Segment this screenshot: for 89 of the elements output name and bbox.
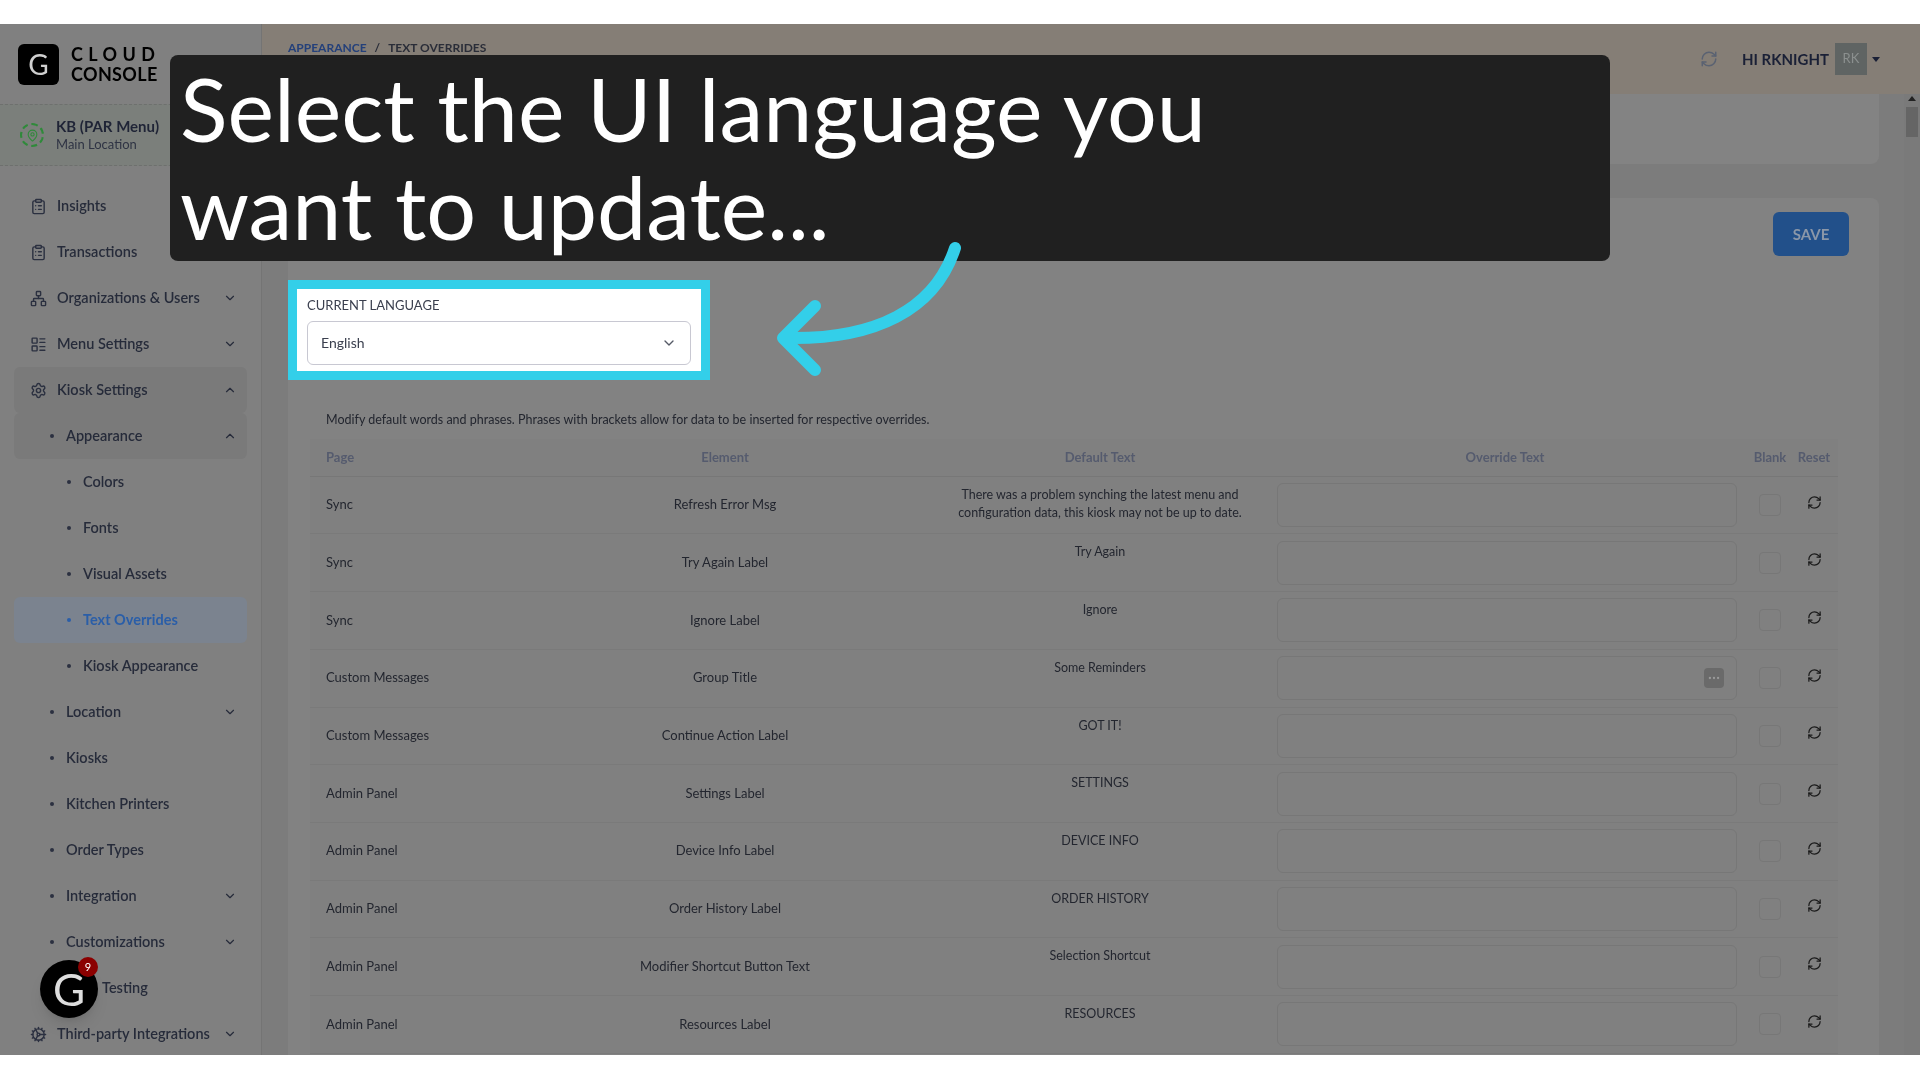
bullet-icon xyxy=(50,756,54,760)
sidebar-item[interactable]: Kiosk Settings xyxy=(14,367,247,413)
table-cell-text: Selection Shortcut xyxy=(1048,947,1152,966)
bullet-icon xyxy=(50,710,54,714)
table-cell-text: Modifier Shortcut Button Text xyxy=(638,956,811,976)
table-cell-text: Continue Action Label xyxy=(660,726,790,746)
sidebar-item[interactable]: Order Types xyxy=(14,827,247,873)
sidebar-item[interactable]: Integration xyxy=(14,873,247,919)
table-cell-text: Device Info Label xyxy=(674,841,776,861)
sidebar-item[interactable]: Location xyxy=(14,689,247,735)
reset-icon[interactable] xyxy=(1806,898,1822,914)
table-cell-text: There was a problem synching the latest menu and configuration data, this kiosk may not be up to date. xyxy=(957,485,1243,522)
reset-icon[interactable] xyxy=(1806,667,1822,683)
clipboard-chart-icon xyxy=(30,197,47,215)
reset-icon[interactable] xyxy=(1806,783,1822,799)
table-cell-text: Group Title xyxy=(691,668,759,688)
user-greeting: HI RKNIGHT xyxy=(1741,48,1829,70)
table-cell-text: Refresh Error Msg xyxy=(672,495,778,515)
table-cell-text: SETTINGS xyxy=(1070,774,1130,793)
brand-name: CONSOLE xyxy=(71,64,159,84)
reset-icon[interactable] xyxy=(1806,956,1822,972)
save-button[interactable]: SAVE xyxy=(1773,212,1849,256)
table-cell-text: Some Reminders xyxy=(1053,658,1147,677)
bullet-icon xyxy=(67,664,71,668)
logo-mark: G xyxy=(18,43,59,85)
table-cell-text: Custom Messages xyxy=(325,668,431,688)
reset-icon[interactable] xyxy=(1806,494,1822,510)
sidebar-item[interactable]: Kiosks xyxy=(14,735,247,781)
breadcrumb-link[interactable]: APPEARANCE xyxy=(288,39,367,57)
table-cell-text: ORDER HISTORY xyxy=(1050,889,1150,908)
bullet-icon xyxy=(50,802,54,806)
table-cell-text: DEVICE INFO xyxy=(1060,831,1140,850)
table-cell-text: Order History Label xyxy=(667,899,783,919)
override-input[interactable] xyxy=(1277,656,1737,701)
table-cell-text: Admin Panel xyxy=(325,841,399,861)
bullet-icon xyxy=(50,434,54,438)
breadcrumb-separator: / xyxy=(374,39,381,57)
table-cell-text: RESOURCES xyxy=(1063,1004,1137,1023)
table-cell-text: Admin Panel xyxy=(325,899,399,919)
bullet-icon xyxy=(50,848,54,852)
sidebar-item[interactable]: Colors xyxy=(14,459,247,505)
brand-name: CLOUD xyxy=(71,44,161,64)
bullet-icon xyxy=(50,894,54,898)
language-select[interactable]: English xyxy=(307,320,691,365)
scroll-up-icon[interactable] xyxy=(1908,96,1916,101)
sidebar-item[interactable]: Menu Settings xyxy=(14,321,247,367)
table-cell-text: Admin Panel xyxy=(325,1014,399,1034)
table-cell-text: Ignore Label xyxy=(689,610,761,630)
sidebar-item[interactable]: Appearance xyxy=(14,413,247,459)
table-cell-text: Sync xyxy=(325,495,354,515)
refresh-icon[interactable] xyxy=(1699,50,1718,68)
clipboard-chart-icon xyxy=(30,243,47,261)
reset-icon[interactable] xyxy=(1806,840,1822,856)
field-label: CURRENT LANGUAGE xyxy=(307,296,441,315)
reset-icon[interactable] xyxy=(1806,552,1822,568)
sidebar-item[interactable]: Testing xyxy=(100,965,247,1011)
sidebar-item[interactable]: Kiosk Appearance xyxy=(14,643,247,689)
bullet-icon xyxy=(67,572,71,576)
table-cell-text: Ignore xyxy=(1081,601,1119,620)
gear-icon xyxy=(30,381,47,399)
table-cell-text: Try Again Label xyxy=(680,553,770,573)
table-cell-text: Settings Label xyxy=(684,783,766,803)
list-icon xyxy=(30,335,47,353)
description-text: Modify default words and phrases. Phrases with brackets allow for data to be inserted for respective overrides. xyxy=(325,411,931,429)
more-icon[interactable] xyxy=(1704,668,1724,689)
table-cell-text: Sync xyxy=(325,610,354,630)
bullet-icon xyxy=(67,480,71,484)
sidebar-item[interactable]: Visual Assets xyxy=(14,551,247,597)
breadcrumb-current: TEXT OVERRIDES xyxy=(388,39,487,57)
sidebar-item[interactable]: Organizations & Users xyxy=(14,275,247,321)
reset-icon[interactable] xyxy=(1806,609,1822,625)
sidebar-item[interactable]: Fonts xyxy=(14,505,247,551)
bullet-icon xyxy=(50,940,54,944)
table-cell-text: Try Again xyxy=(1073,543,1127,562)
location-pin-icon xyxy=(20,123,44,147)
sidebar-item[interactable]: Kitchen Printers xyxy=(14,781,247,827)
table-cell-text: Admin Panel xyxy=(325,783,399,803)
bullet-icon xyxy=(67,618,71,622)
reset-icon[interactable] xyxy=(1806,725,1822,741)
hierarchy-icon xyxy=(30,289,47,307)
table-cell-text: Sync xyxy=(325,553,354,573)
bullet-icon xyxy=(67,526,71,530)
table-cell-text: Resources Label xyxy=(678,1014,772,1034)
gear-icon xyxy=(30,1025,47,1043)
table-cell-text: GOT IT! xyxy=(1077,716,1123,735)
table-cell-text: Custom Messages xyxy=(325,726,431,746)
table-cell-text: Admin Panel xyxy=(325,956,399,976)
reset-icon[interactable] xyxy=(1806,1013,1822,1029)
dropdown-caret-icon[interactable] xyxy=(1872,56,1880,62)
